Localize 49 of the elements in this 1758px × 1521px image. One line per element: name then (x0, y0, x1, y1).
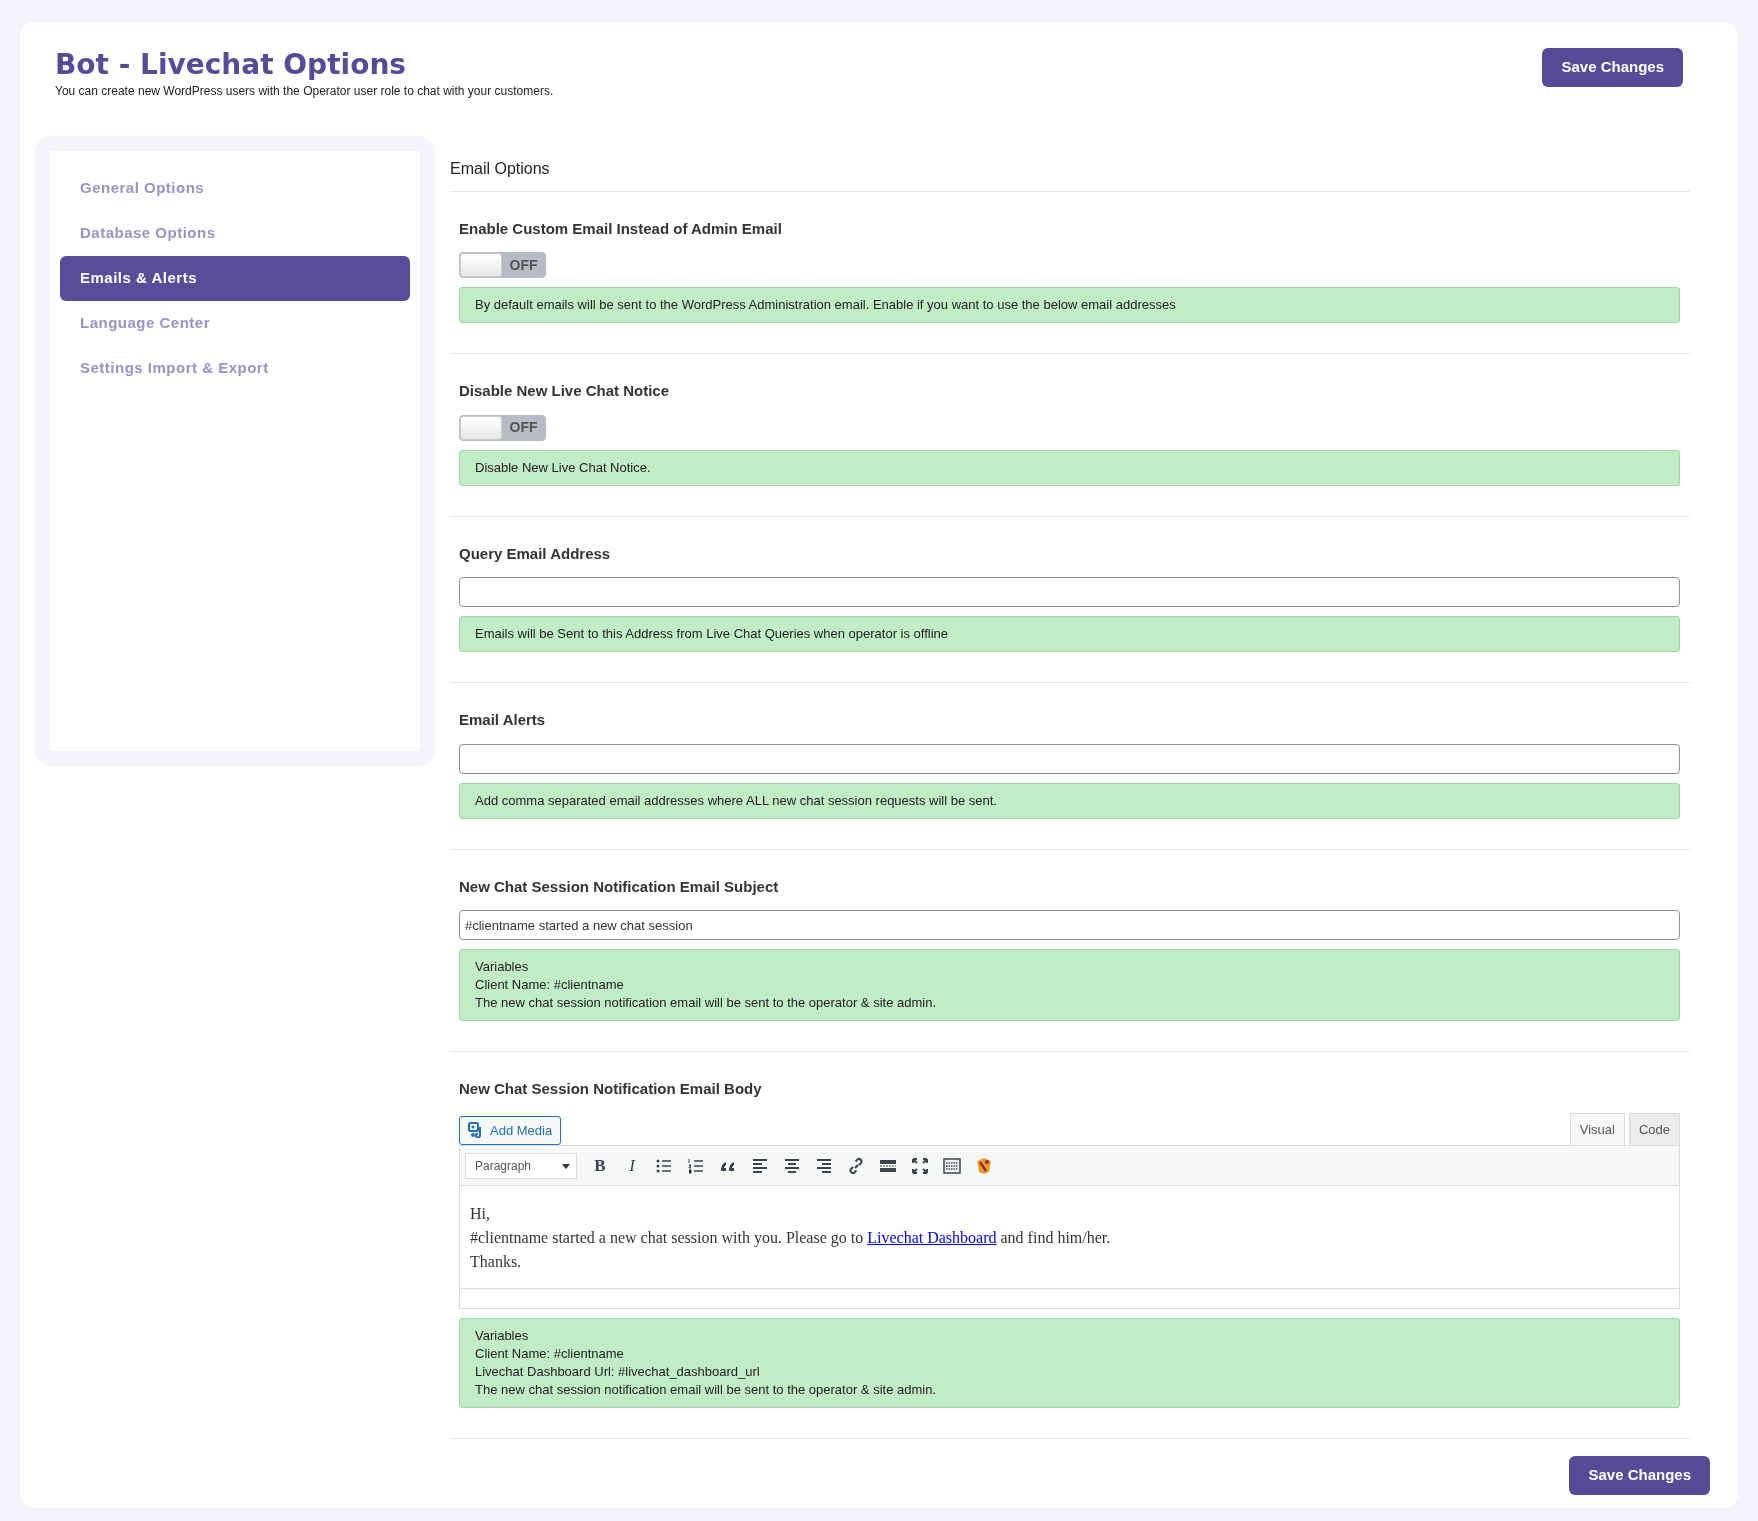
keyboard-icon[interactable] (943, 1156, 961, 1175)
dropdown-caret-icon (562, 1163, 570, 1169)
text-input-field[interactable] (459, 743, 1680, 774)
help-text: Emails will be Sent to this Address from Live Chat Queries when operator is offline (475, 625, 950, 644)
field-label: Email Alerts (459, 710, 547, 731)
plugin-logo-icon[interactable] (975, 1156, 993, 1175)
help-text: Variables (475, 1327, 530, 1346)
field-label: Enable Custom Email Instead of Admin Email (459, 218, 783, 239)
editor-text: Thanks. (470, 1252, 523, 1273)
toggle-switch[interactable]: OFF (459, 414, 546, 441)
format-bold-button[interactable]: B (587, 1152, 613, 1179)
text-input-field[interactable] (459, 577, 1680, 608)
add-media-button[interactable]: Add Media (459, 1115, 562, 1146)
help-text: Add comma separated email addresses where ALL new chat session requests will be sent. (475, 791, 998, 810)
dashboard-link[interactable]: Livechat Dashboard (867, 1229, 997, 1247)
save-changes-button[interactable]: Save Changes (1542, 48, 1683, 87)
media-icon (468, 1122, 484, 1139)
text-input-field[interactable]: #clientname started a new chat session (459, 910, 1680, 941)
align-right-icon[interactable] (815, 1156, 833, 1175)
numbered-list-icon[interactable] (687, 1156, 705, 1175)
field-label: New Chat Session Notification Email Body (459, 1079, 763, 1100)
format-italic-button[interactable]: I (619, 1152, 645, 1179)
page-subtitle: You can create new WordPress users with the Operator user role to chat with your customers. (55, 82, 554, 100)
page-title: Bot - Livechat Options (55, 48, 407, 82)
format-dropdown[interactable]: Paragraph (465, 1152, 577, 1179)
editor-text: Hi, (470, 1204, 491, 1225)
align-left-icon[interactable] (751, 1156, 769, 1175)
align-center-icon[interactable] (783, 1156, 801, 1175)
help-text: Livechat Dashboard Url: #livechat_dashboard_url (475, 1363, 761, 1382)
editor-tab[interactable]: Code (1628, 1112, 1680, 1146)
field-label: New Chat Session Notification Email Subject (459, 876, 780, 897)
section-title: Email Options (450, 156, 1690, 192)
help-text: Variables (475, 958, 530, 977)
help-text: Client Name: #clientname (475, 976, 625, 995)
help-text: Client Name: #clientname (475, 1345, 625, 1364)
link-icon[interactable] (847, 1156, 865, 1175)
editor-content[interactable]: Hi, #clientname started a new chat session with you. Please go to Livechat Dashboard and find him/her. Thanks. (460, 1186, 1679, 1289)
editor-tab[interactable]: Visual (1569, 1112, 1625, 1146)
field-label: Query Email Address (459, 543, 612, 564)
save-changes-button[interactable]: Save Changes (1569, 1456, 1710, 1495)
editor-text: #clientname started a new chat session with you. Please go to Livechat Dashboard and find him/her. (470, 1228, 1112, 1249)
help-text: The new chat session notification email will be sent to the operator & site admin. (475, 1381, 938, 1400)
toggle-switch[interactable]: OFF (459, 252, 546, 279)
help-text: The new chat session notification email will be sent to the operator & site admin. (475, 994, 938, 1013)
field-label: Disable New Live Chat Notice (459, 381, 671, 402)
sidebar-item[interactable]: Emails & Alerts (60, 255, 410, 301)
fullscreen-icon[interactable] (911, 1156, 929, 1175)
help-text: Disable New Live Chat Notice. (475, 458, 652, 477)
help-text: By default emails will be sent to the WordPress Administration email. Enable if you want to use the below email addresses (475, 296, 1177, 315)
